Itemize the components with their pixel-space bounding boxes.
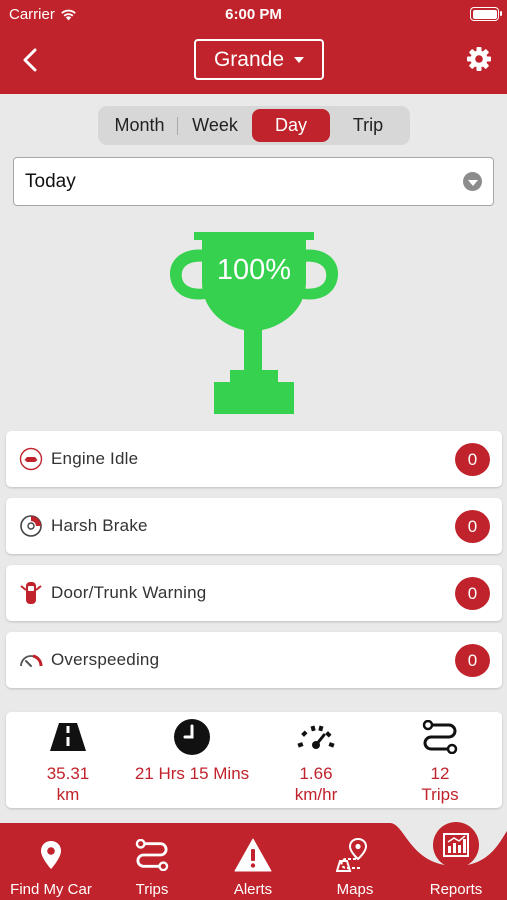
tab-reports[interactable]: Reports [418,823,494,900]
stat-trips-unit: Trips [421,785,459,804]
tab-label: Maps [336,881,374,898]
vehicle-selector[interactable]: Grande [194,39,324,80]
date-range-value: Today [25,170,76,192]
speedometer-icon [18,647,44,673]
tab-week[interactable]: Week [178,109,252,142]
event-row-door-trunk-warning[interactable]: Door/Trunk Warning 0 [6,565,502,621]
event-label: Engine Idle [51,449,139,468]
tab-label: Alerts [233,881,273,898]
event-label: Door/Trunk Warning [51,583,207,602]
tab-maps[interactable]: Maps [322,823,388,900]
stat-speed-value: 1.66 [299,764,333,783]
warning-icon [234,835,272,875]
caret-down-icon [294,56,305,63]
brake-icon [18,513,44,539]
chevron-left-icon [23,48,37,72]
stat-average-speed: 1.66 km/hr [274,712,358,808]
map-icon [336,835,374,875]
event-row-engine-idle[interactable]: Engine Idle 0 [6,431,502,487]
tab-day[interactable]: Day [252,109,330,142]
status-time: 6:00 PM [225,6,282,23]
event-count-badge: 0 [455,577,490,610]
status-bar: Carrier 6:00 PM [0,0,507,28]
stat-distance-value: 35.31 [46,764,90,783]
stat-distance-unit: km [56,785,80,804]
period-segmented-control: Month Week Day Trip [98,106,410,145]
vehicle-name: Grande [213,47,285,71]
road-icon [49,717,87,757]
stat-duration: 21 Hrs 15 Mins [126,712,258,808]
stat-duration-value: 21 Hrs 15 Mins [134,764,250,783]
tab-label: Trips [135,881,169,898]
event-count-badge: 0 [455,443,490,476]
event-count-badge: 0 [455,510,490,543]
dropdown-arrow-icon [463,172,482,191]
event-count-badge: 0 [455,644,490,677]
trip-stats-panel: 35.31 km 21 Hrs 15 Mins 1.66 km/hr 12 Tr… [6,712,502,808]
date-range-dropdown[interactable]: Today [13,157,494,206]
event-label: Overspeeding [51,650,160,669]
gear-icon [467,47,491,71]
engine-icon [18,446,44,472]
bottom-tab-bar: Find My Car Trips Alerts Maps Reports [0,823,507,900]
settings-button[interactable] [465,45,493,73]
tab-trip[interactable]: Trip [330,109,406,142]
event-label: Harsh Brake [51,516,148,535]
route-icon [135,835,169,875]
event-row-harsh-brake[interactable]: Harsh Brake 0 [6,498,502,554]
event-row-overspeeding[interactable]: Overspeeding 0 [6,632,502,688]
gauge-icon [296,717,336,757]
clock-icon [173,717,211,757]
tab-find-my-car[interactable]: Find My Car [0,823,102,900]
tab-label: Reports [429,881,483,898]
stat-trips: 12 Trips [402,712,478,808]
tab-label: Find My Car [10,881,92,898]
stat-distance: 35.31 km [26,712,110,808]
battery-icon [470,7,502,21]
tab-trips[interactable]: Trips [118,823,186,900]
location-pin-icon [40,835,62,875]
car-door-icon [18,580,44,606]
stat-trips-value: 12 [430,764,450,783]
app-header: Carrier 6:00 PM Grande [0,0,507,94]
stat-speed-unit: km/hr [294,785,338,804]
tab-month[interactable]: Month [101,109,178,142]
route-icon [422,717,458,757]
back-button[interactable] [16,46,44,74]
score-value: 100% [216,254,292,286]
tab-alerts[interactable]: Alerts [219,823,287,900]
